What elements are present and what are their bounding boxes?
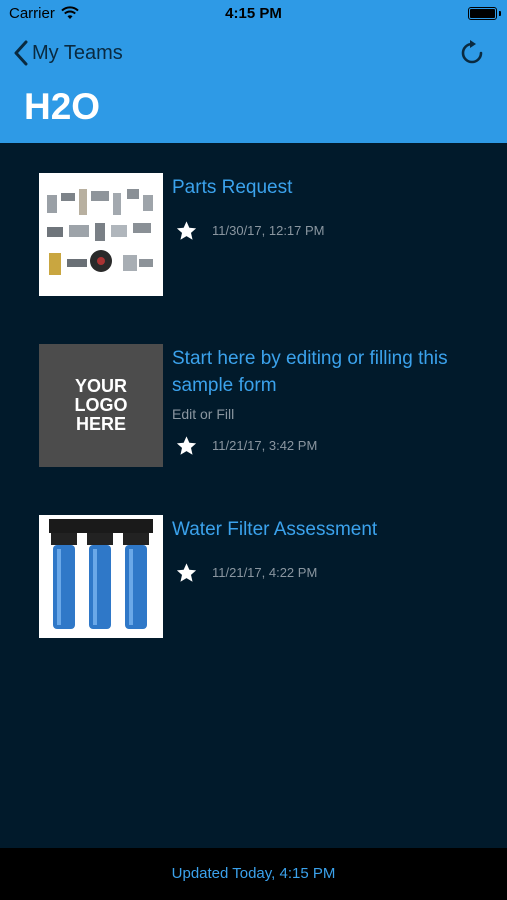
page-title: H2O — [24, 86, 101, 127]
form-subtitle: Edit or Fill — [172, 406, 235, 422]
form-item-sample-form[interactable]: YOUR LOGO HERE Start here by editing or … — [0, 344, 507, 468]
form-date: 11/21/17, 4:22 PM — [212, 565, 318, 580]
form-date: 11/21/17, 3:42 PM — [212, 438, 318, 453]
form-title: Parts Request — [172, 177, 293, 198]
form-date: 11/30/17, 12:17 PM — [212, 223, 325, 238]
back-label: My Teams — [32, 41, 123, 64]
logo-placeholder-text: YOUR LOGO HERE — [74, 376, 128, 434]
updated-status: Updated Today, 4:15 PM — [171, 865, 336, 882]
header: Carrier 4:15 PM My Teams H2O — [0, 0, 507, 143]
status-bar: Carrier 4:15 PM — [0, 0, 507, 28]
refresh-icon[interactable] — [459, 40, 485, 66]
star-icon[interactable] — [175, 562, 198, 584]
water-filter-photo — [39, 515, 163, 638]
status-time: 4:15 PM — [225, 5, 282, 22]
back-button[interactable]: My Teams — [14, 38, 123, 68]
form-title: Start here by editing or filling this sa… — [172, 348, 448, 396]
battery-icon — [468, 7, 501, 20]
parts-photo — [39, 173, 163, 296]
form-title: Water Filter Assessment — [172, 519, 378, 540]
star-icon[interactable] — [175, 435, 198, 457]
form-item-parts-request[interactable]: Parts Request 11/30/17, 12:17 PM — [0, 173, 507, 297]
form-item-water-filter[interactable]: Water Filter Assessment 11/21/17, 4:22 P… — [0, 515, 507, 639]
chevron-left-icon — [14, 40, 28, 66]
star-icon[interactable] — [175, 220, 198, 242]
logo-placeholder: YOUR LOGO HERE — [39, 344, 163, 467]
footer: Updated Today, 4:15 PM — [0, 848, 507, 900]
